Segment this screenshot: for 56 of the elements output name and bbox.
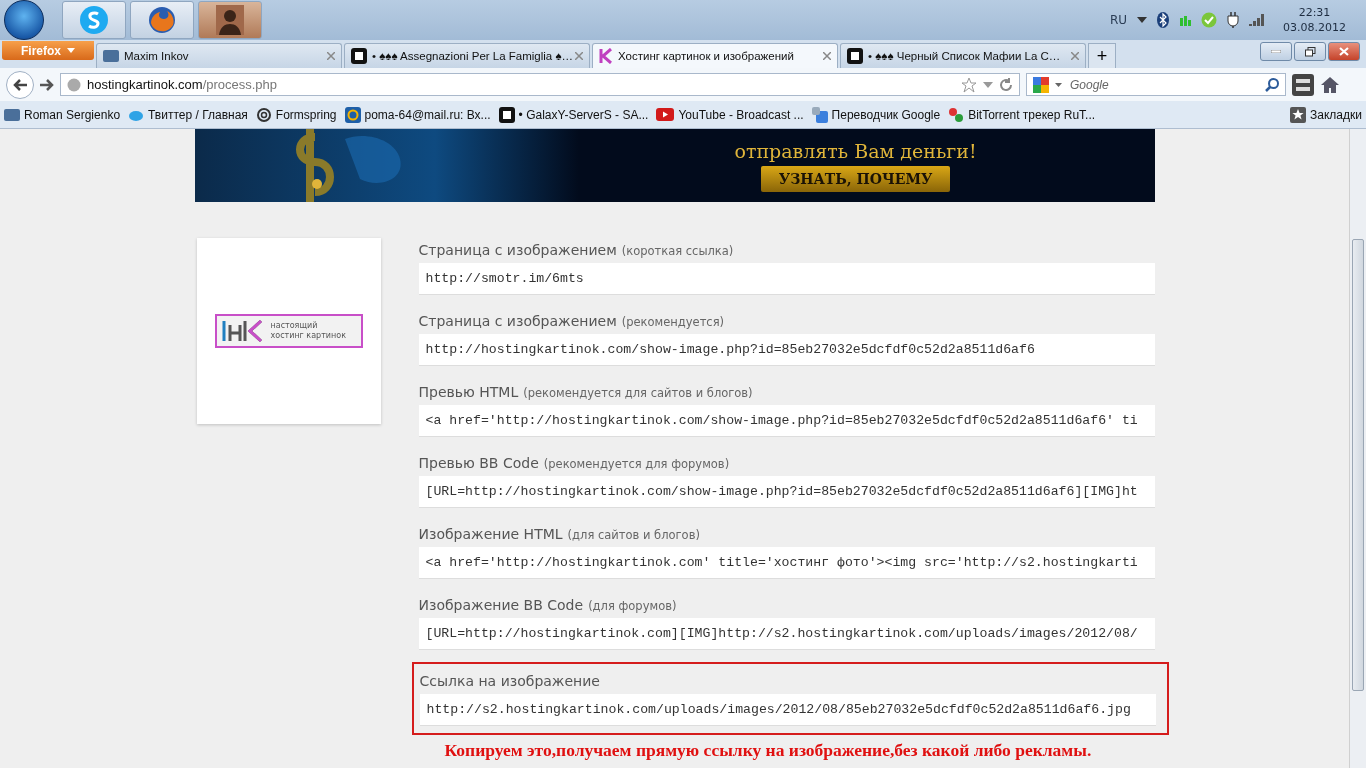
field-hint: (рекомендуется для сайтов и блогов)	[523, 386, 753, 400]
date-text: 03.08.2012	[1283, 20, 1346, 35]
bookmarks-menu[interactable]: Закладки	[1290, 106, 1362, 123]
url-host: hostingkartinok.com	[87, 77, 203, 92]
bookmark-item[interactable]: poma-64@mail.ru: Вх...	[344, 106, 491, 123]
bookmark-label: Formspring	[275, 107, 337, 122]
link-field[interactable]: http://hostingkartinok.com/show-image.php?id=85eb27032e5dcfdf0c52d2a8511d6af6	[418, 334, 1155, 366]
bookmark-item[interactable]: Formspring	[255, 106, 337, 123]
link-field[interactable]: <a href='http://hostingkartinok.com' title='хостинг фото'><img src='http://s2.hostingkarti	[418, 547, 1155, 579]
url-path: /process.php	[202, 77, 278, 92]
search-field[interactable]: Google	[1026, 73, 1286, 96]
advertisement-banner[interactable]: отправлять Вам деньги! УЗНАТЬ, ПОЧЕМУ	[194, 129, 1155, 202]
bookmark-label: Твиттер / Главная	[148, 107, 248, 122]
field-label: Изображение HTML (для сайтов и блогов)	[418, 525, 701, 544]
annotation-text: Копируем это,получаем прямую ссылку на изображение,без какой либо рекламы.	[444, 740, 1093, 761]
browser-tab[interactable]: Maxim Inkov	[96, 43, 342, 68]
bookmark-item[interactable]: Переводчик Google	[811, 106, 941, 123]
banner-button[interactable]: УЗНАТЬ, ПОЧЕМУ	[760, 165, 951, 192]
field-label: Превью BB Code (рекомендуется для форумов)	[418, 454, 731, 473]
bookmark-item[interactable]: Roman Sergienko	[4, 107, 121, 122]
link-field[interactable]: [URL=http://hostingkartinok.com/show-image.php?id=85eb27032e5dcfdf0c52d2a8511d6af6][IMG]ht	[418, 476, 1155, 508]
language-indicator[interactable]: RU	[1109, 13, 1127, 27]
link-field[interactable]: [URL=http://hostingkartinok.com][IMG]http://s2.hostingkartinok.com/uploads/images/2012/08/	[418, 618, 1155, 650]
bookmark-label: Roman Sergienko	[24, 107, 121, 122]
bookmark-item[interactable]: Твиттер / Главная	[128, 107, 248, 122]
browser-tab[interactable]: • ♠♠♠ Черный Список Мафии La C…	[840, 43, 1086, 68]
bookmark-label: BitTorrent трекер RuT...	[968, 107, 1096, 122]
field-hint: (рекомендуется)	[621, 315, 725, 329]
field-hint: (для форумов)	[588, 599, 677, 613]
browser-tab[interactable]: • ♠♠♠ Assegnazioni Per La Famiglia ♠…	[344, 43, 590, 68]
address-bar[interactable]: hostingkartinok.com/process.php	[60, 73, 1020, 96]
bookmark-label: poma-64@mail.ru: Вх...	[364, 107, 491, 122]
field-label: Изображение BB Code (для форумов)	[418, 596, 678, 615]
link-field[interactable]: http://smotr.im/6mts	[418, 263, 1155, 295]
bookmark-item[interactable]: BitTorrent трекер RuT...	[948, 106, 1096, 123]
bookmark-item[interactable]: • GalaxY-ServerS - SA...	[498, 106, 649, 123]
new-tab-button[interactable]: +	[1088, 43, 1116, 68]
clock[interactable]: 22:31 03.08.2012	[1283, 5, 1346, 35]
field-label: Страница с изображением (рекомендуется)	[418, 312, 726, 331]
banner-headline: отправлять Вам деньги!	[734, 139, 977, 162]
bookmark-label: Переводчик Google	[831, 107, 941, 122]
field-hint: (рекомендуется для форумов)	[543, 457, 730, 471]
logo-text: хостинг картинок	[270, 331, 346, 341]
link-field[interactable]: <a href='http://hostingkartinok.com/show-image.php?id=85eb27032e5dcfdf0c52d2a8511d6af6' ti	[418, 405, 1155, 437]
field-hint: (короткая ссылка)	[621, 244, 734, 258]
browser-tab[interactable]: Хостинг картинок и изображений	[592, 43, 838, 68]
bookmarks-menu-label: Закладки	[1310, 107, 1362, 122]
field-hint: (для сайтов и блогов)	[567, 528, 700, 542]
link-field[interactable]: http://s2.hostingkartinok.com/uploads/images/2012/08/85eb27032e5dcfdf0c52d2a8511d6af6.jpg	[419, 694, 1156, 726]
bookmark-label: • GalaxY-ServerS - SA...	[518, 107, 649, 122]
time-text: 22:31	[1298, 5, 1331, 20]
field-label: Превью HTML (рекомендуется для сайтов и блогов)	[418, 383, 754, 402]
search-input[interactable]: Google	[1068, 76, 1259, 93]
field-label: Ссылка на изображение	[419, 672, 601, 691]
logo-text: настоящий	[270, 321, 319, 331]
field-label: Страница с изображением (короткая ссылка)	[418, 241, 735, 260]
